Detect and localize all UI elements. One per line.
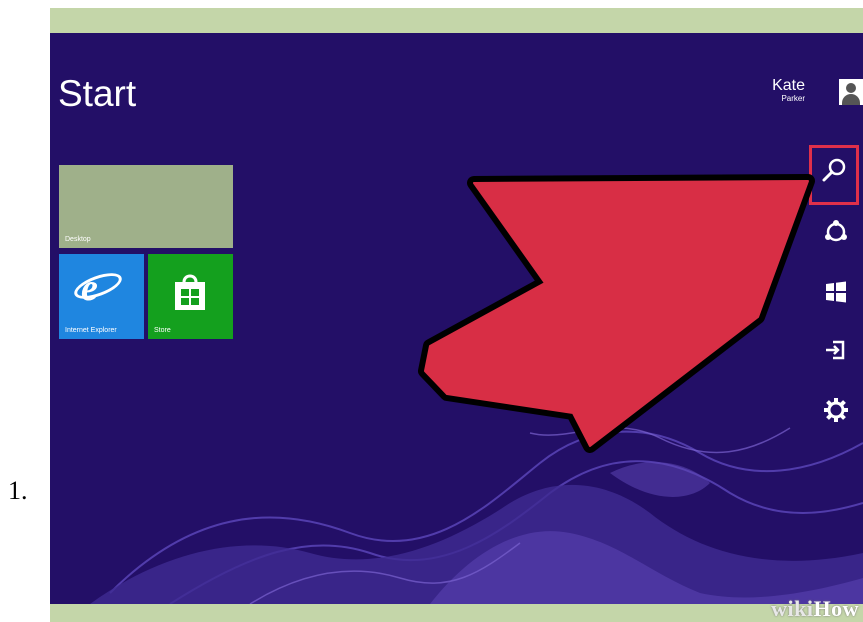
step-number: 1. [8,476,28,505]
watermark-how: How [813,596,859,621]
wikihow-watermark: wiki How [753,590,863,622]
screenshot-frame: Start Kate Parker Desktop e Internet Exp… [50,8,863,622]
watermark-wiki: wiki [771,596,814,621]
start-screen: Start Kate Parker Desktop e Internet Exp… [50,33,863,604]
bottom-bar [50,604,863,622]
pointer-arrow [418,174,815,453]
